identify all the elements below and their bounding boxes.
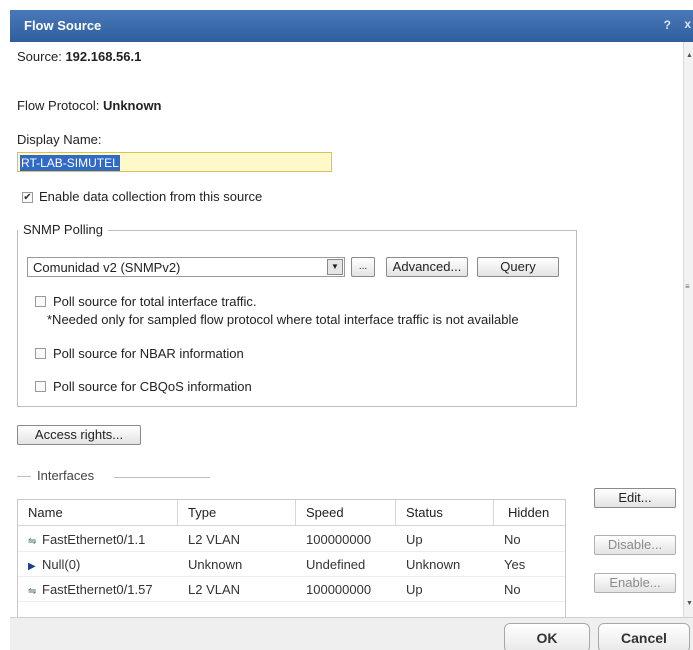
interface-type: Unknown [188, 557, 243, 572]
poll-total-note: *Needed only for sampled flow protocol w… [47, 312, 519, 327]
disable-button[interactable]: Disable... [594, 535, 676, 555]
source-row: Source: 192.168.56.1 [17, 49, 141, 64]
enable-collection-label: Enable data collection from this source [39, 189, 263, 204]
poll-cbqos-checkbox[interactable] [35, 381, 46, 392]
interface-name: FastEthernet0/1.1 [42, 532, 146, 547]
flow-protocol-label: Flow Protocol: [17, 98, 100, 113]
chevron-down-icon[interactable]: ▼ [327, 259, 343, 275]
poll-nbar-label: Poll source for NBAR information [53, 346, 244, 361]
table-row[interactable]: ▶ Null(0) Unknown Undefined Unknown Yes [18, 552, 565, 577]
source-label: Source: [17, 49, 62, 64]
dialog-footer: OK Cancel [10, 617, 693, 650]
interfaces-table: Name Type Speed Status Hidden ⇋ FastEther… [17, 499, 566, 619]
poll-cbqos-label: Poll source for CBQoS information [53, 379, 252, 394]
ethernet-icon: ⇋ [28, 536, 37, 547]
scroll-up-icon[interactable]: ▲ [686, 52, 693, 59]
dialog-body: Source: 192.168.56.1 Flow Protocol: Unkn… [10, 42, 683, 619]
source-value: 192.168.56.1 [65, 49, 142, 64]
poll-total-label: Poll source for total interface traffic. [53, 294, 257, 309]
cancel-button[interactable]: Cancel [598, 623, 690, 650]
interface-status: Up [406, 532, 423, 547]
enable-button[interactable]: Enable... [594, 573, 676, 593]
display-name-field[interactable]: RT-LAB-SIMUTEL [17, 152, 332, 172]
interface-hidden: Yes [504, 557, 526, 572]
interface-type: L2 VLAN [188, 532, 241, 547]
interface-status: Up [406, 582, 423, 597]
null-interface-icon: ▶ [28, 561, 36, 572]
dialog-scrollbar[interactable]: ▲ ≡ ▼ [683, 42, 693, 617]
scroll-down-icon[interactable]: ▼ [686, 600, 693, 607]
interfaces-table-header: Name Type Speed Status Hidden [18, 500, 565, 526]
interface-speed: Undefined [306, 557, 366, 572]
flow-protocol-row: Flow Protocol: Unknown [17, 98, 162, 113]
interface-speed: 100000000 [306, 532, 372, 547]
interface-type: L2 VLAN [188, 582, 241, 597]
poll-nbar-checkbox[interactable] [35, 348, 46, 359]
column-header-speed[interactable]: Speed [296, 500, 396, 526]
edit-button[interactable]: Edit... [594, 488, 676, 508]
snmp-credential-value: Comunidad v2 (SNMPv2) [33, 260, 181, 275]
interface-hidden: No [504, 582, 521, 597]
table-row[interactable]: ⇋ FastEthernet0/1.57 L2 VLAN 100000000 Up… [18, 577, 565, 602]
flow-protocol-value: Unknown [103, 98, 162, 113]
interface-hidden: No [504, 532, 521, 547]
display-name-value: RT-LAB-SIMUTEL [20, 155, 120, 171]
close-icon[interactable]: x [684, 17, 691, 31]
display-name-label: Display Name: [17, 132, 102, 147]
column-header-status[interactable]: Status [396, 500, 494, 526]
column-header-type[interactable]: Type [178, 500, 296, 526]
interfaces-divider [114, 477, 210, 478]
table-row[interactable]: ⇋ FastEthernet0/1.1 L2 VLAN 100000000 Up … [18, 527, 565, 552]
dialog-titlebar: Flow Source ? x [10, 10, 693, 42]
interface-name: Null(0) [42, 557, 81, 572]
poll-total-checkbox[interactable] [35, 296, 46, 307]
snmp-credential-select[interactable]: Comunidad v2 (SNMPv2) ▼ [27, 257, 345, 277]
ethernet-icon: ⇋ [28, 586, 37, 597]
ok-button[interactable]: OK [504, 623, 590, 650]
interface-name: FastEthernet0/1.57 [42, 582, 153, 597]
advanced-button[interactable]: Advanced... [386, 257, 468, 277]
interfaces-legend: Interfaces [17, 468, 94, 483]
credential-ellipsis-button[interactable]: ... [351, 257, 375, 277]
enable-collection-checkbox[interactable]: ✔ [22, 192, 33, 203]
snmp-polling-legend: SNMP Polling [18, 222, 108, 237]
access-rights-button[interactable]: Access rights... [17, 425, 141, 445]
interface-speed: 100000000 [306, 582, 372, 597]
dialog-title: Flow Source [24, 18, 102, 33]
column-header-hidden[interactable]: Hidden [494, 500, 565, 526]
scroll-grip-icon[interactable]: ≡ [685, 282, 690, 291]
interface-status: Unknown [406, 557, 461, 572]
query-button[interactable]: Query [477, 257, 559, 277]
help-icon[interactable]: ? [664, 18, 671, 32]
column-header-name[interactable]: Name [18, 500, 178, 526]
